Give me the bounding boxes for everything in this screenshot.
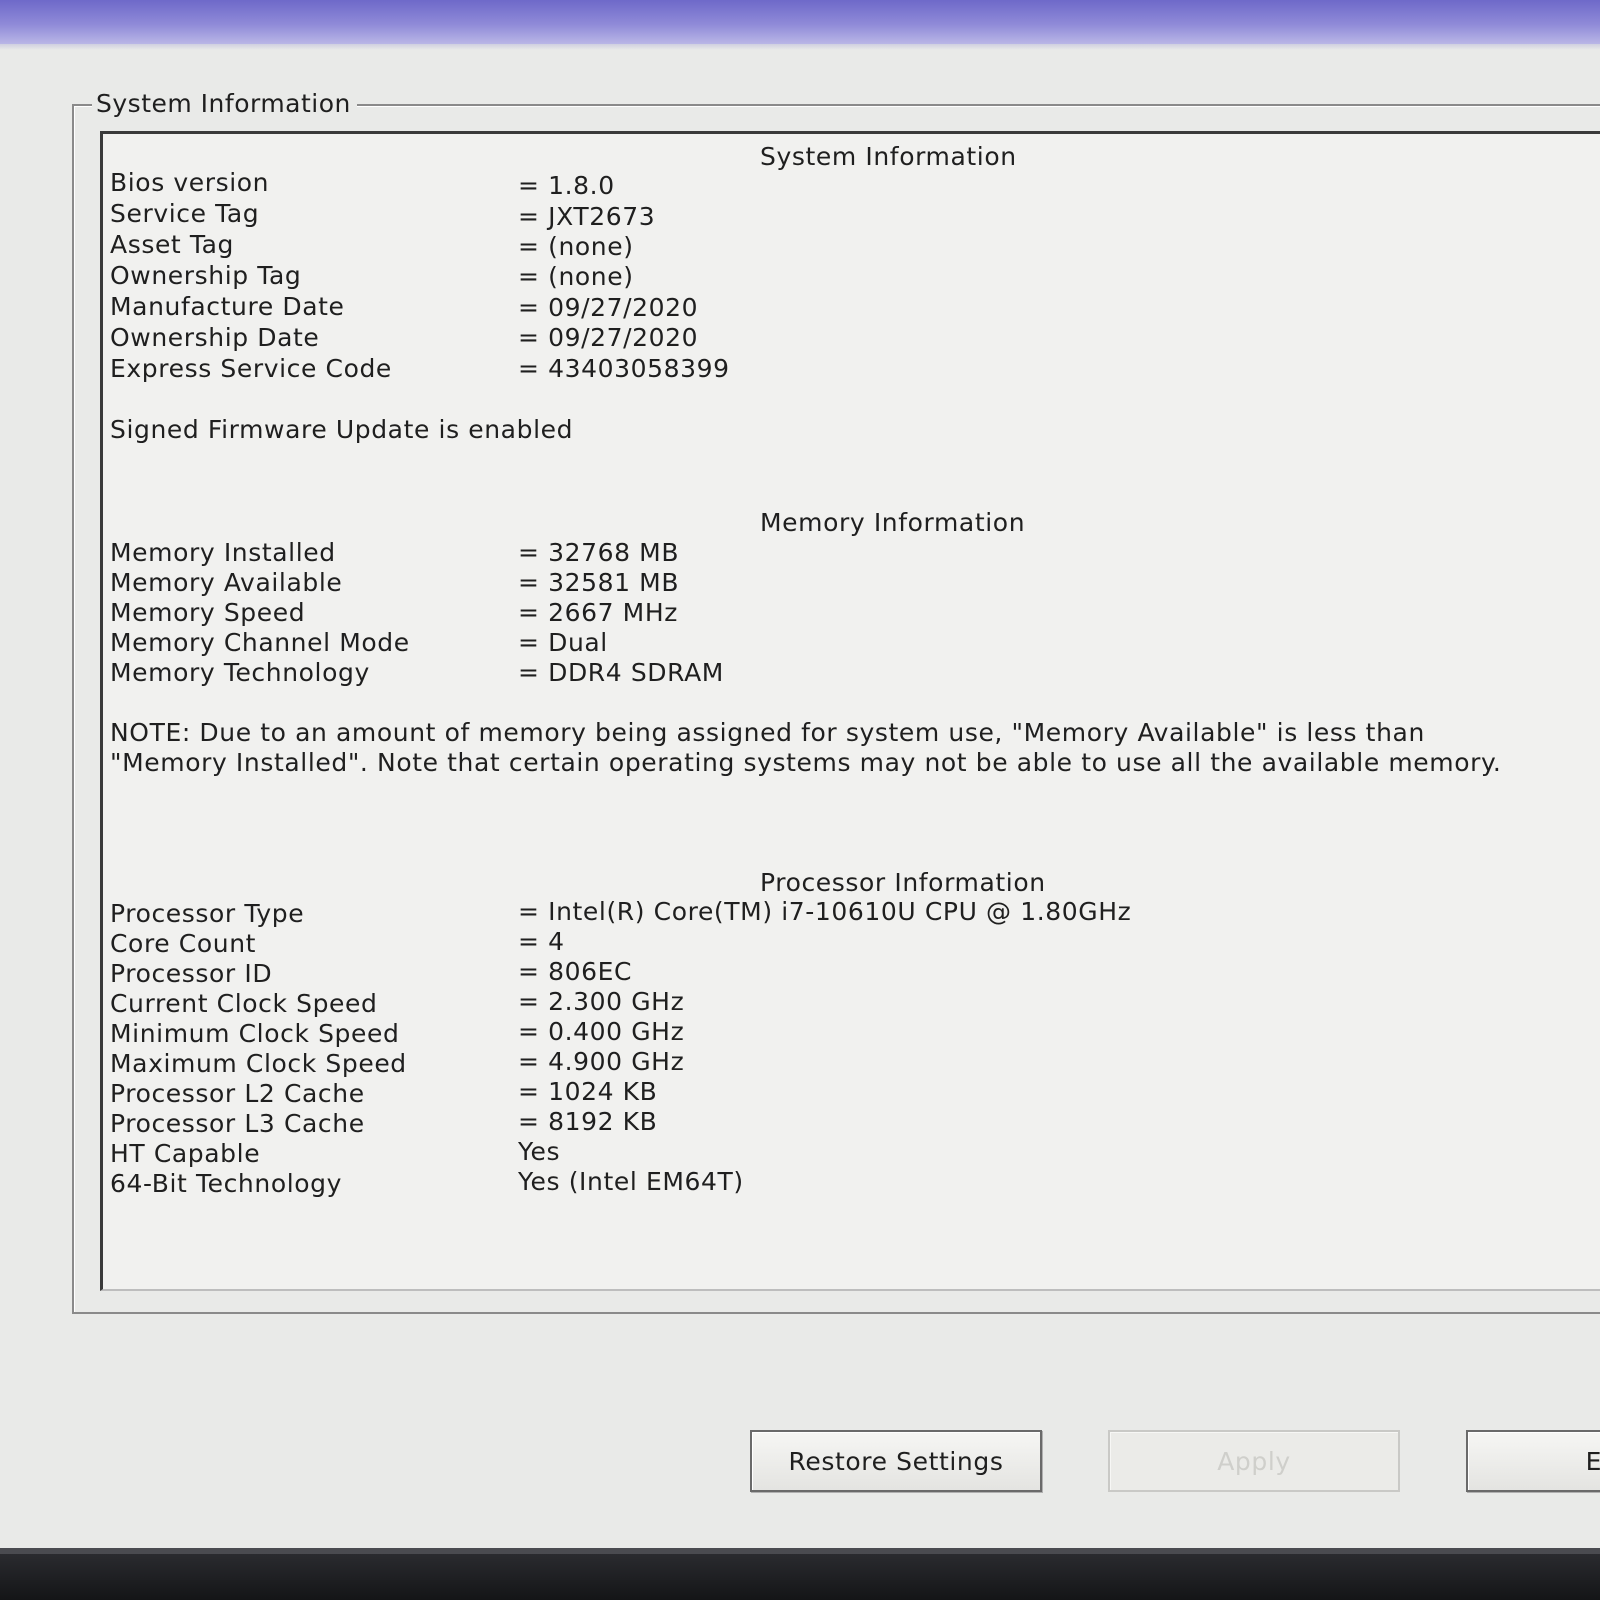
row-value: = 4.900 GHz [518,1047,685,1076]
processor-information-title: Processor Information [760,868,1046,897]
system-information-title: System Information [760,142,1017,171]
info-row-current-clock-speed: Current Clock Speed = 2.300 GHz [110,987,1510,1019]
row-label: Express Service Code [110,354,392,383]
row-value: = 43403058399 [518,354,730,383]
row-label: Maximum Clock Speed [110,1049,407,1078]
exit-button-label: E [1585,1446,1600,1476]
info-row-ownership-date: Ownership Date = 09/27/2020 [110,323,1510,353]
row-value: = 1.8.0 [518,171,615,200]
firmware-update-status: Signed Firmware Update is enabled [110,415,574,444]
row-label: Ownership Date [110,323,320,352]
row-label: Core Count [110,929,257,958]
info-row-64-bit-technology: 64-Bit Technology Yes (Intel EM64T) [110,1167,1510,1199]
row-value: Yes (Intel EM64T) [518,1167,744,1196]
row-value: = 8192 KB [518,1107,658,1136]
groupbox-legend: System Information [92,86,357,122]
row-value: = (none) [518,232,634,261]
row-label: Processor L2 Cache [110,1079,365,1108]
row-label: Processor ID [110,959,273,988]
info-row-express-service-code: Express Service Code = 43403058399 [110,354,1510,384]
info-row-memory-available: Memory Available = 32581 MB [110,568,1510,598]
row-label: Ownership Tag [110,261,302,290]
info-row-asset-tag: Asset Tag = (none) [110,230,1510,261]
row-label: Memory Speed [110,598,306,627]
row-label: Service Tag [110,199,260,228]
screen-bezel [0,1554,1600,1600]
row-value: = 4 [518,927,565,956]
info-row-memory-technology: Memory Technology = DDR4 SDRAM [110,658,1510,688]
info-row-bios-version: Bios version = 1.8.0 [110,168,1510,200]
row-value: = 32581 MB [518,568,680,597]
row-value: = 1024 KB [518,1077,658,1106]
row-label: Current Clock Speed [110,989,378,1018]
row-label: Manufacture Date [110,292,345,321]
memory-note: NOTE: Due to an amount of memory being a… [110,718,1502,777]
row-value: = 806EC [518,957,633,986]
restore-settings-button[interactable]: Restore Settings [750,1430,1042,1492]
row-label: Memory Channel Mode [110,628,410,657]
row-label: Processor L3 Cache [110,1109,365,1138]
info-row-service-tag: Service Tag = JXT2673 [110,199,1510,231]
row-value: = 09/27/2020 [518,293,699,322]
exit-button[interactable]: E [1466,1430,1600,1492]
memory-information-title: Memory Information [760,508,1026,537]
info-row-processor-l2-cache: Processor L2 Cache = 1024 KB [110,1077,1510,1109]
row-label: 64-Bit Technology [110,1169,343,1198]
title-bar-shadow [0,44,1600,50]
info-row-ht-capable: HT Capable Yes [110,1137,1510,1169]
row-label: Processor Type [110,899,305,928]
row-value: = 2667 MHz [518,598,678,627]
info-row-processor-l3-cache: Processor L3 Cache = 8192 KB [110,1107,1510,1139]
info-row-memory-channel-mode: Memory Channel Mode = Dual [110,628,1510,658]
info-row-manufacture-date: Manufacture Date = 09/27/2020 [110,292,1510,322]
row-label: Memory Technology [110,658,370,687]
info-row-memory-speed: Memory Speed = 2667 MHz [110,598,1510,628]
info-row-ownership-tag: Ownership Tag = (none) [110,261,1510,291]
row-value: = (none) [518,262,634,291]
row-value: Yes [518,1137,561,1166]
info-row-core-count: Core Count = 4 [110,927,1510,959]
window-title-bar [0,0,1600,44]
row-value: = Intel(R) Core(TM) i7-10610U CPU @ 1.80… [518,897,1132,926]
info-row-processor-id: Processor ID = 806EC [110,957,1510,989]
row-value: = DDR4 SDRAM [518,658,724,687]
row-label: Bios version [110,168,270,197]
row-value: = Dual [518,628,608,657]
info-row-memory-installed: Memory Installed = 32768 MB [110,538,1510,568]
row-value: = 0.400 GHz [518,1017,685,1046]
row-value: = 09/27/2020 [518,323,699,352]
row-value: = JXT2673 [518,202,656,231]
row-value: = 32768 MB [518,538,680,567]
apply-button[interactable]: Apply [1108,1430,1400,1492]
info-row-maximum-clock-speed: Maximum Clock Speed = 4.900 GHz [110,1047,1510,1079]
row-label: Minimum Clock Speed [110,1019,400,1048]
row-label: Asset Tag [110,230,235,259]
row-label: HT Capable [110,1139,261,1168]
info-row-minimum-clock-speed: Minimum Clock Speed = 0.400 GHz [110,1017,1510,1049]
row-label: Memory Installed [110,538,336,567]
row-value: = 2.300 GHz [518,987,685,1016]
info-row-processor-type: Processor Type = Intel(R) Core(TM) i7-10… [110,897,1510,929]
row-label: Memory Available [110,568,343,597]
